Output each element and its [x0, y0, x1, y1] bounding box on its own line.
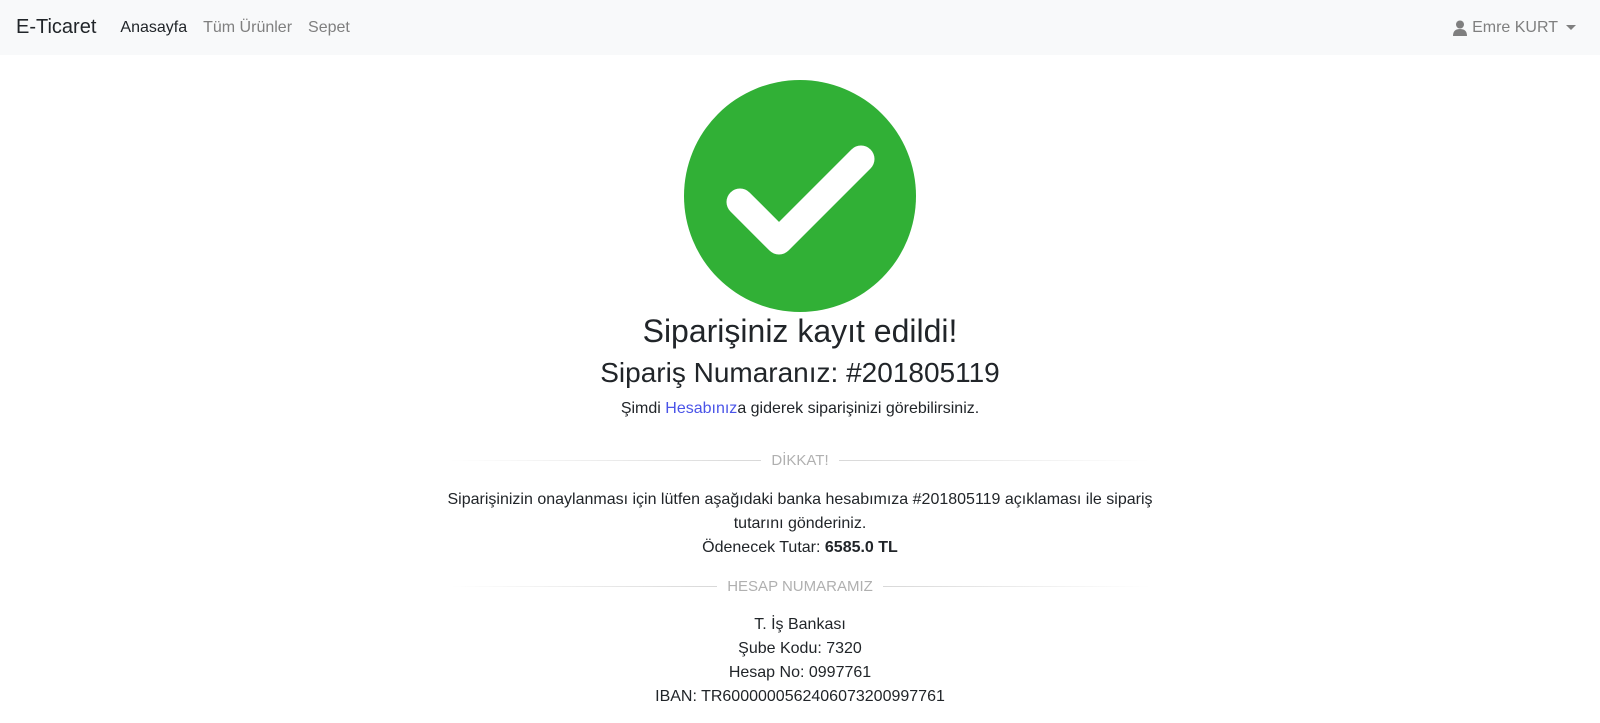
nav-link-cart[interactable]: Sepet — [308, 19, 350, 37]
info-after: a giderek siparişinizi görebilirsiniz. — [737, 400, 980, 417]
divider-line — [838, 459, 1151, 461]
page-title: Siparişiniz kayıt edildi! — [642, 313, 958, 349]
iban: IBAN: TR600000056240607320099776​1 — [655, 688, 945, 705]
order-number-heading: Sipariş Numaranız: #201805119 — [0, 355, 1600, 391]
user-icon — [1453, 20, 1468, 36]
divider-line — [450, 585, 718, 587]
warning-heading: DİKKAT! — [771, 451, 829, 469]
user-dropdown[interactable]: Emre KURT — [1453, 0, 1576, 55]
amount-value: 6585.0 TL — [824, 539, 898, 556]
account-number: Hesap No: 0997761 — [728, 664, 872, 681]
navbar: E-Ticaret Anasayfa Tüm Ürünler Sepet Emr… — [0, 0, 1600, 55]
amount-label: Ödenecek Tutar: — [702, 539, 825, 556]
user-name: Emre KURT — [1472, 18, 1558, 36]
account-heading: HESAP NUMARAMIZ — [727, 577, 873, 595]
account-info-text: Şimdi Hesabınıza giderek siparişinizi gö… — [0, 397, 1600, 421]
order-number: #201805119 — [846, 357, 1000, 388]
payment-notice: Siparişinizin onaylanması için lütfen aş… — [440, 488, 1160, 560]
account-divider: HESAP NUMARAMIZ — [450, 574, 1151, 598]
bank-details: T. İş Bankası Şube Kodu: 7320 Hesap No: … — [0, 613, 1600, 709]
divider-line — [450, 459, 762, 461]
account-link[interactable]: Hesabınız — [665, 400, 737, 417]
payment-amount: Ödenecek Tutar: 6585.0 TL — [440, 536, 1160, 560]
info-before: Şimdi — [620, 400, 666, 417]
divider-line — [882, 585, 1151, 587]
chevron-down-icon — [1566, 25, 1576, 30]
nav-link-all-products[interactable]: Tüm Ürünler — [203, 19, 292, 37]
check-circle-icon — [683, 79, 917, 313]
branch-code: Şube Kodu: 7320 — [738, 640, 862, 657]
nav-link-home[interactable]: Anasayfa — [120, 19, 187, 37]
order-number-label: Sipariş Numaranız: — [600, 357, 847, 388]
brand-link[interactable]: E-Ticaret — [16, 16, 96, 39]
payment-message: Siparişinizin onaylanması için lütfen aş… — [447, 491, 1153, 532]
warning-divider: DİKKAT! — [450, 448, 1151, 472]
bank-name: T. İş Bankası — [754, 616, 846, 633]
